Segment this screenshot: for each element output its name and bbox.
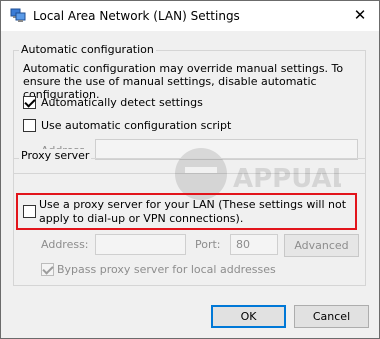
dialog-title: Local Area Network (LAN) Settings <box>33 9 240 23</box>
automatically-detect-label[interactable]: Automatically detect settings <box>41 96 203 109</box>
proxy-port-input[interactable]: 80 <box>230 234 278 255</box>
network-icon <box>10 8 26 22</box>
bypass-local-label[interactable]: Bypass proxy server for local addresses <box>57 263 276 276</box>
advanced-button[interactable]: Advanced <box>284 234 359 257</box>
use-proxy-checkbox[interactable] <box>23 205 36 218</box>
automatically-detect-checkbox[interactable] <box>23 96 36 109</box>
close-icon[interactable]: ✕ <box>353 8 367 23</box>
cancel-button[interactable]: Cancel <box>294 305 369 328</box>
bypass-local-checkbox[interactable] <box>41 263 54 276</box>
proxy-port-label: Port: <box>195 238 221 251</box>
proxy-address-label: Address: <box>41 238 89 251</box>
lan-settings-dialog: Local Area Network (LAN) Settings ✕ Auto… <box>0 0 380 339</box>
proxy-address-input[interactable] <box>95 234 186 255</box>
proxy-server-label: Proxy server <box>19 149 92 162</box>
auto-config-script-checkbox[interactable] <box>23 119 36 132</box>
title-bar[interactable]: Local Area Network (LAN) Settings ✕ <box>1 1 379 31</box>
use-proxy-label[interactable]: Use a proxy server for your LAN (These s… <box>39 198 357 226</box>
automatic-configuration-label: Automatic configuration <box>19 43 156 56</box>
ok-button[interactable]: OK <box>211 305 286 328</box>
